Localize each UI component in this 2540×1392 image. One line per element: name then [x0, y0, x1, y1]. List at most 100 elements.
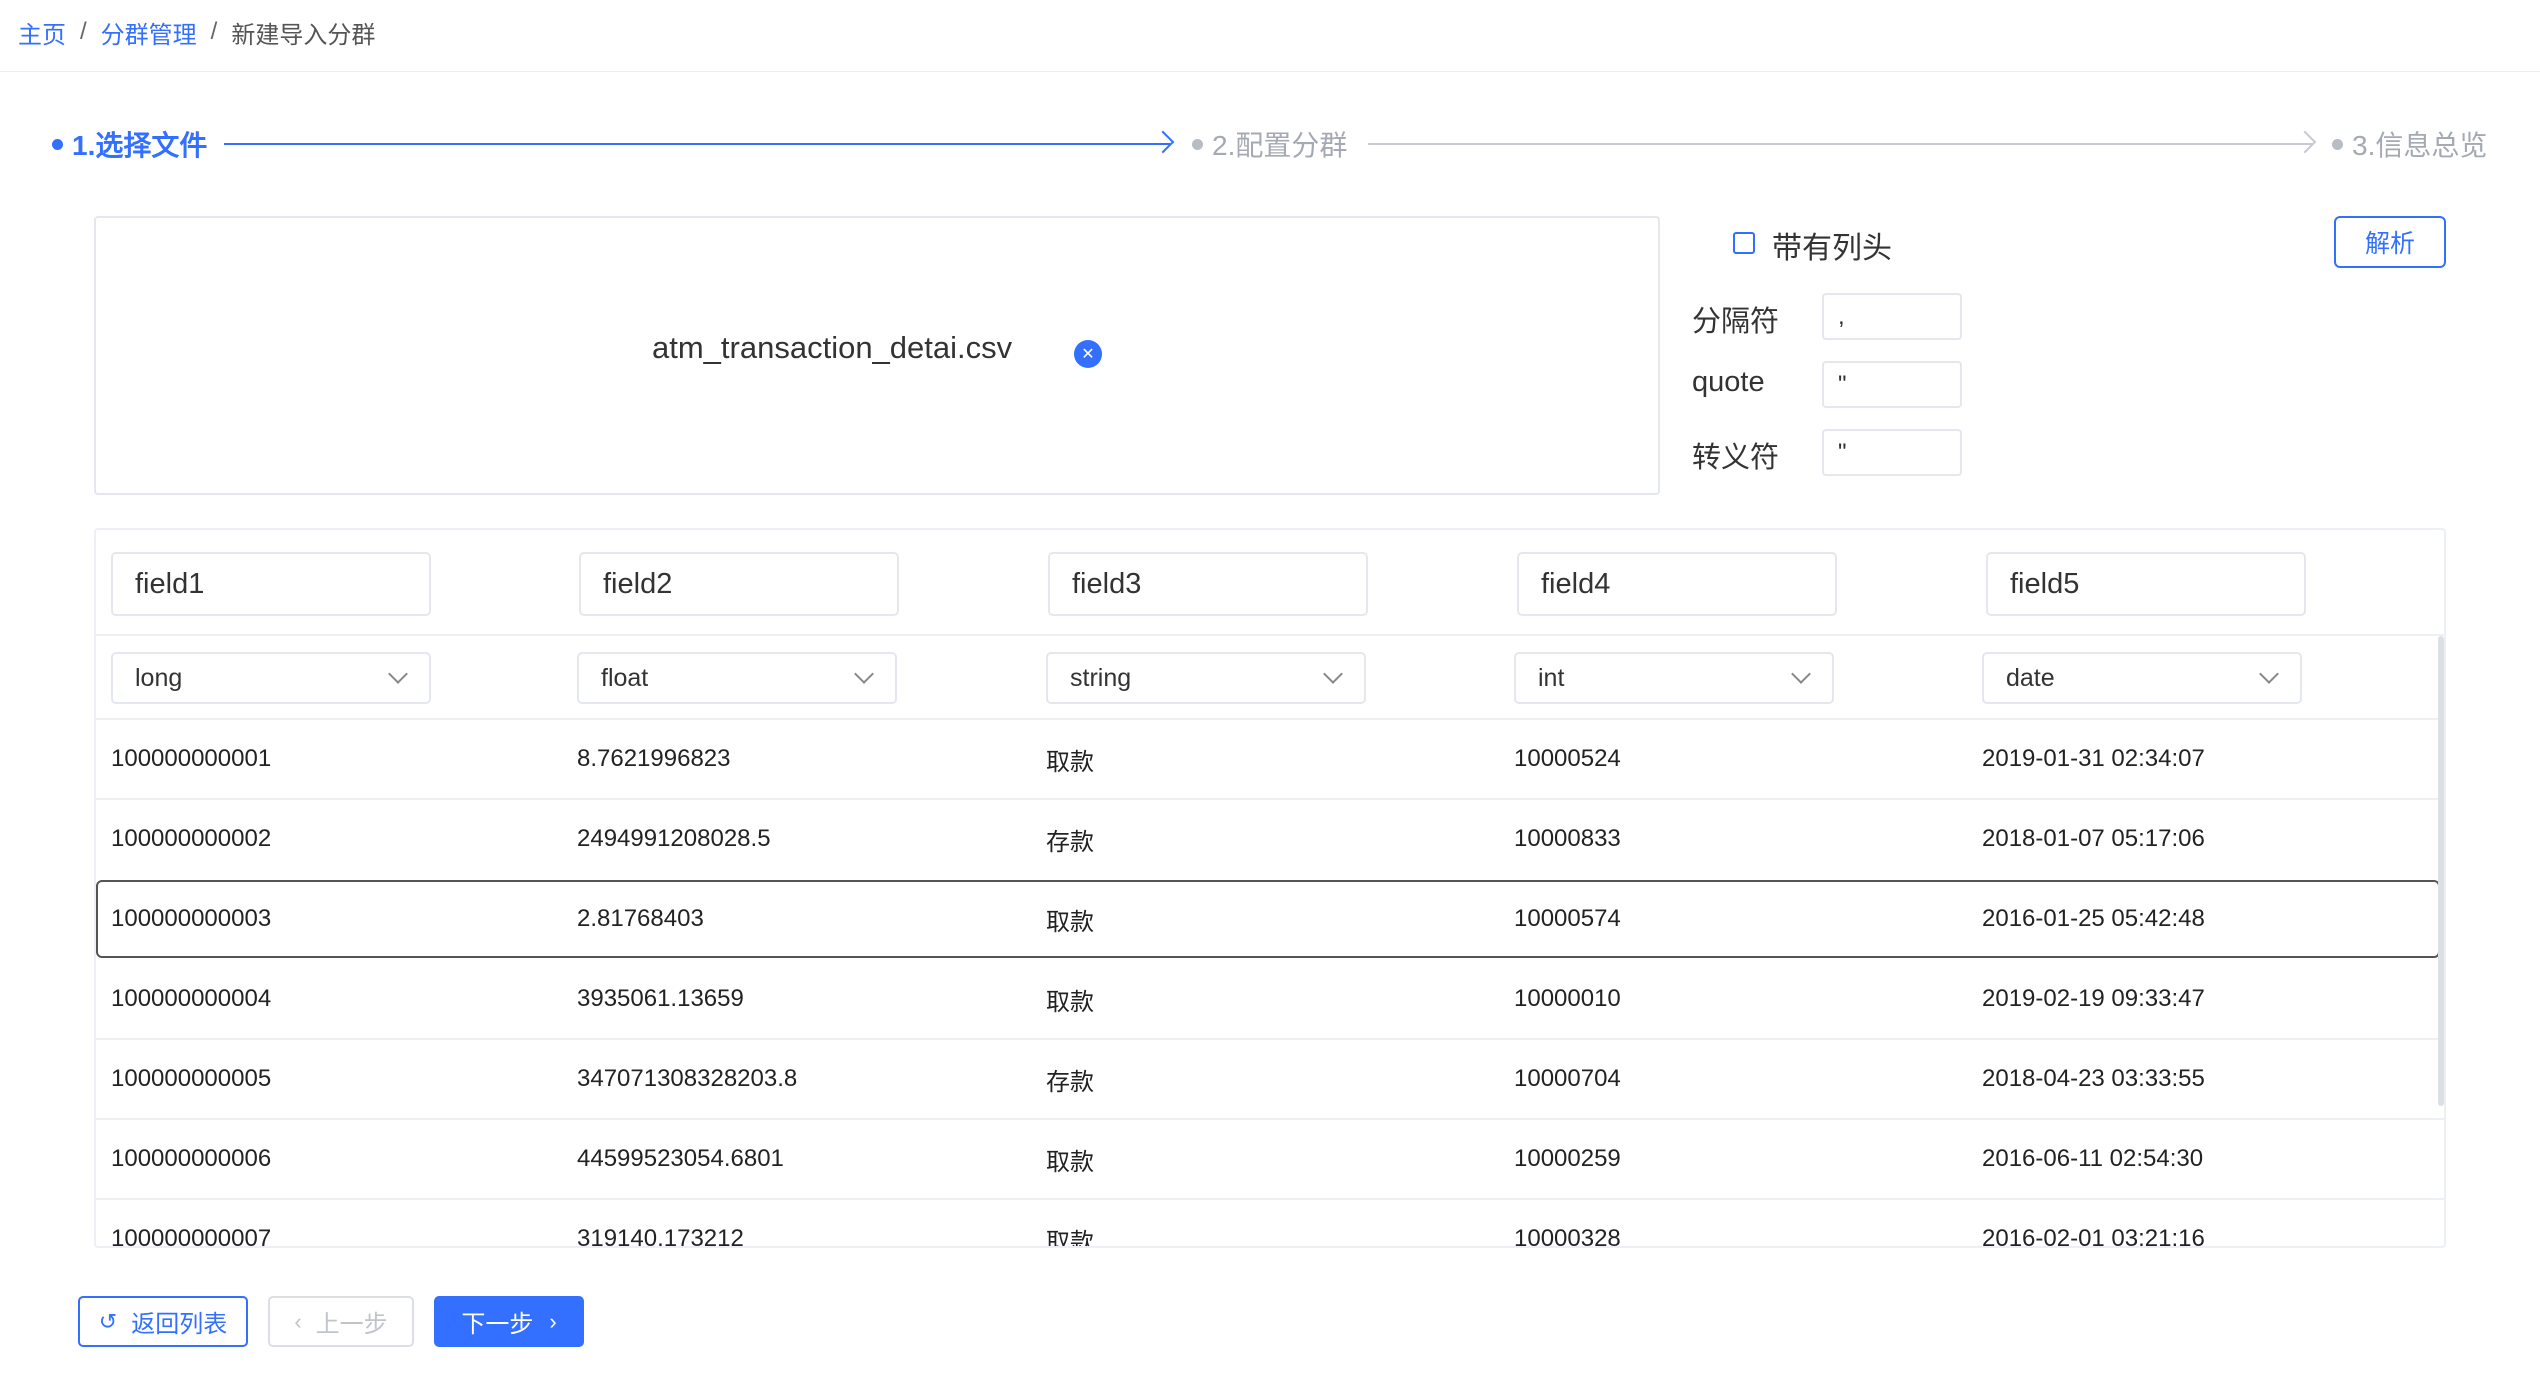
field-type-select[interactable]: long	[111, 652, 431, 704]
table-cell: 取款	[1046, 1148, 1094, 1176]
chevron-down-icon	[2259, 664, 2279, 684]
table-row[interactable]: 100000000005 347071308328203.8 存款 100007…	[96, 1040, 2440, 1118]
step-label: 3.信息总览	[2352, 130, 2488, 161]
delimiter-label: 分隔符	[1692, 306, 1780, 338]
button-label: 返回列表	[131, 1311, 228, 1338]
step-overview: 3.信息总览	[2332, 124, 2487, 164]
chevron-down-icon	[388, 664, 408, 684]
table-cell: 2019-01-31 02:34:07	[1982, 745, 2205, 772]
table-cell: 8.7621996823	[577, 745, 731, 772]
table-cell: 100000000007	[111, 1225, 272, 1248]
button-label: 下一步	[461, 1311, 534, 1338]
table-cell: 100000000005	[111, 1065, 272, 1092]
header-checkbox-label[interactable]: 带有列头	[1772, 223, 1892, 267]
step-label: 1.选择文件	[72, 130, 208, 161]
escape-input[interactable]	[1822, 429, 1962, 476]
table-cell: 3935061.13659	[577, 985, 744, 1012]
table-cell: 319140.173212	[577, 1225, 744, 1248]
step-dot	[1192, 138, 1203, 150]
table-cell: 2018-01-07 05:17:06	[1982, 825, 2205, 852]
select-value: long	[135, 663, 183, 692]
field-type-select[interactable]: int	[1514, 652, 1834, 704]
table-divider	[96, 634, 2444, 636]
close-circle-icon[interactable]: ✕	[1074, 340, 1102, 368]
table-cell: 2016-02-01 03:21:16	[1982, 1225, 2205, 1248]
table-cell: 10000524	[1514, 745, 1621, 772]
table-cell: 2016-06-11 02:54:30	[1982, 1145, 2204, 1172]
table-row-selected[interactable]: 100000000003 2.81768403 取款 10000574 2016…	[96, 880, 2440, 958]
field-type-select[interactable]: date	[1982, 652, 2302, 704]
step-dot	[52, 138, 63, 150]
field-name-input[interactable]	[111, 552, 431, 616]
table-cell: 存款	[1046, 828, 1094, 856]
chevron-right-icon: ›	[549, 1308, 557, 1334]
field-type-select[interactable]: float	[577, 652, 897, 704]
chevron-down-icon	[1791, 664, 1811, 684]
escape-label: 转义符	[1692, 442, 1780, 474]
table-cell: 347071308328203.8	[577, 1065, 798, 1092]
table-cell: 100000000004	[111, 985, 272, 1012]
chevron-down-icon	[1323, 664, 1343, 684]
file-upload-area[interactable]: atm_transaction_detai.csv ✕	[94, 216, 1660, 495]
step-arrow-icon	[2293, 130, 2317, 154]
step-label: 2.配置分群	[1212, 130, 1348, 161]
table-cell: 10000328	[1514, 1225, 1621, 1248]
breadcrumb: 主页 / 分群管理 / 新建导入分群	[18, 14, 375, 50]
table-cell: 100000000006	[111, 1145, 272, 1172]
chevron-down-icon	[854, 664, 874, 684]
table-cell: 取款	[1046, 908, 1094, 936]
table-row[interactable]: 100000000004 3935061.13659 取款 10000010 2…	[96, 960, 2440, 1038]
delimiter-input[interactable]	[1822, 293, 1962, 340]
table-cell: 10000704	[1514, 1065, 1621, 1092]
select-value: int	[1538, 663, 1565, 692]
table-cell: 100000000002	[111, 825, 272, 852]
select-value: string	[1070, 663, 1132, 692]
field-name-input[interactable]	[579, 552, 899, 616]
table-cell: 2.81768403	[577, 905, 704, 932]
quote-label: quote	[1692, 366, 1765, 398]
breadcrumb-home-link[interactable]: 主页	[18, 15, 66, 50]
field-name-input[interactable]	[1986, 552, 2306, 616]
table-cell: 取款	[1046, 988, 1094, 1016]
breadcrumb-separator: /	[210, 18, 218, 45]
table-row[interactable]: 100000000006 44599523054.6801 取款 1000025…	[96, 1120, 2440, 1198]
breadcrumb-section-link[interactable]: 分群管理	[101, 15, 197, 50]
uploaded-file-name: atm_transaction_detai.csv	[652, 330, 1013, 365]
table-cell: 取款	[1046, 1228, 1094, 1248]
select-value: float	[601, 663, 649, 692]
table-scrollbar[interactable]	[2438, 636, 2444, 1106]
table-cell: 10000259	[1514, 1145, 1621, 1172]
field-name-input[interactable]	[1517, 552, 1837, 616]
table-cell: 2018-04-23 03:33:55	[1982, 1065, 2205, 1092]
table-cell: 10000574	[1514, 905, 1621, 932]
breadcrumb-current: 新建导入分群	[231, 21, 376, 49]
table-row[interactable]: 100000000007 319140.173212 取款 10000328 2…	[96, 1200, 2440, 1248]
table-cell: 2494991208028.5	[577, 825, 771, 852]
step-arrow-icon	[1151, 130, 1175, 154]
field-type-select[interactable]: string	[1046, 652, 1366, 704]
table-cell: 100000000001	[111, 745, 272, 772]
button-label: 上一步	[315, 1311, 388, 1338]
next-step-button[interactable]: 下一步 ›	[434, 1296, 584, 1347]
field-name-input[interactable]	[1048, 552, 1368, 616]
return-icon: ↺	[98, 1308, 118, 1334]
select-value: date	[2006, 663, 2055, 692]
table-cell: 100000000003	[111, 905, 272, 932]
previous-step-button[interactable]: ‹ 上一步	[268, 1296, 414, 1347]
back-to-list-button[interactable]: ↺ 返回列表	[78, 1296, 248, 1347]
table-cell: 取款	[1046, 748, 1094, 776]
table-cell: 10000010	[1514, 985, 1621, 1012]
step-connector	[1368, 143, 2312, 145]
step-connector	[224, 143, 1170, 145]
step-dot	[2332, 138, 2343, 150]
breadcrumb-separator: /	[80, 18, 87, 45]
table-cell: 存款	[1046, 1068, 1094, 1096]
table-cell: 2019-02-19 09:33:47	[1982, 985, 2205, 1012]
quote-input[interactable]	[1822, 361, 1962, 408]
header-divider	[0, 71, 2540, 72]
table-row[interactable]: 100000000002 2494991208028.5 存款 10000833…	[96, 800, 2440, 878]
table-row[interactable]: 100000000001 8.7621996823 取款 10000524 20…	[96, 720, 2440, 798]
header-checkbox[interactable]	[1733, 232, 1755, 254]
parse-button[interactable]: 解析	[2334, 216, 2446, 268]
table-cell: 10000833	[1514, 825, 1621, 852]
